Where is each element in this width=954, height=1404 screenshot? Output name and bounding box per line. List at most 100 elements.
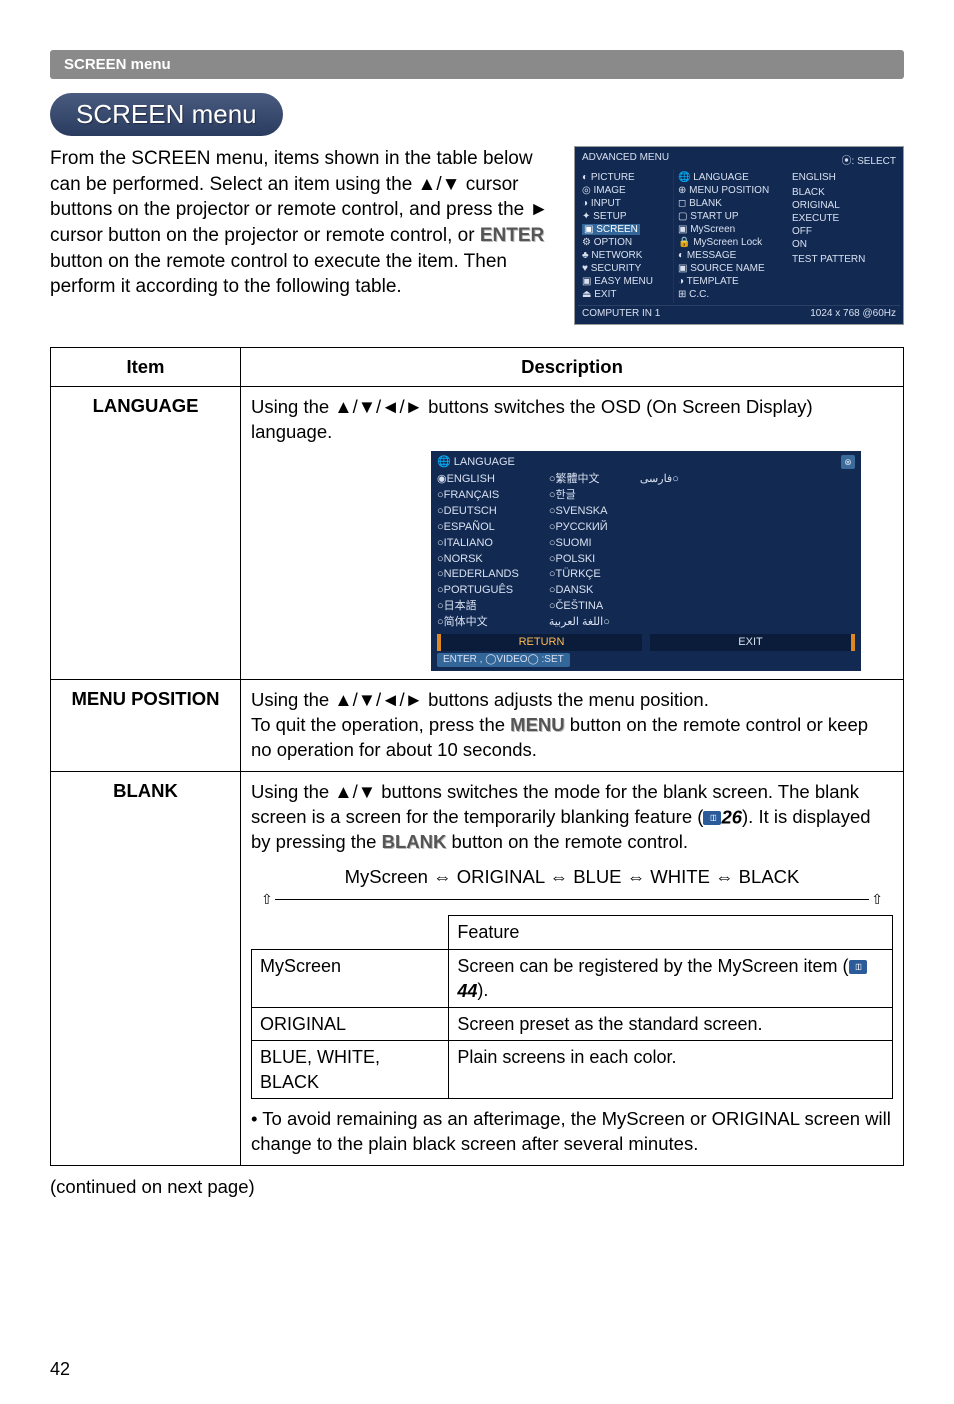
blank-p1-end: button on the remote control. <box>446 831 688 852</box>
manual-ref-icon <box>703 811 721 825</box>
osd-header-right: ⦿: SELECT <box>842 152 896 167</box>
page-number: 42 <box>50 1359 70 1380</box>
language-col1: ◉ENGLISH ○FRANÇAIS ○DEUTSCH ○ESPAÑOL ○IT… <box>437 472 519 630</box>
osd-mid-item: ◑ TEMPLATE <box>678 275 784 288</box>
osd-mid-item: ◐ MESSAGE <box>678 249 784 262</box>
blank-feature-table: Feature MyScreen Screen can be registere… <box>251 915 893 1099</box>
lang-option: اللغة العربية○ <box>549 614 610 630</box>
lang-option: ○TÜRKÇE <box>549 567 610 583</box>
enter-key-label: ENTER <box>480 225 544 246</box>
feature-header: Feature <box>449 916 893 949</box>
osd-left-item: ✦ SETUP <box>582 210 669 223</box>
osd-left-item: ⏏ EXIT <box>582 288 669 301</box>
row-language-item: LANGUAGE <box>51 387 241 680</box>
osd-mid-item: 🌐 LANGUAGE <box>678 171 784 184</box>
manual-ref-44: 44 <box>457 981 477 1001</box>
feature-myscreen-val: Screen can be registered by the MyScreen… <box>449 949 893 1008</box>
osd-mid-item: 🔒 MyScreen Lock <box>678 236 784 249</box>
osd-mid-column: 🌐 LANGUAGE ⊕ MENU POSITION ◻ BLANK ▢ STA… <box>673 169 788 303</box>
lang-option: ○ITALIANO <box>437 535 519 551</box>
lang-option: ○DEUTSCH <box>437 503 519 519</box>
lang-option: ○日本語 <box>437 599 519 615</box>
feature-myscreen-post: ). <box>477 980 488 1000</box>
feature-original-val: Screen preset as the standard screen. <box>449 1008 893 1041</box>
osd-mid-item: ⊞ C.C. <box>678 288 784 301</box>
arrow-up-left-icon: ⇧ <box>261 890 273 909</box>
manual-ref-26: 26 <box>721 806 742 827</box>
osd-mid-item: ◻ BLANK <box>678 197 784 210</box>
lang-option: ○NEDERLANDS <box>437 567 519 583</box>
osd-right-item: EXECUTE <box>792 212 896 225</box>
osd-left-item: ♣ NETWORK <box>582 249 669 262</box>
row-menu-position-desc: Using the ▲/▼/◄/► buttons adjusts the me… <box>241 679 904 771</box>
language-desc-text: Using the ▲/▼/◄/► buttons switches the O… <box>251 395 893 445</box>
lang-option: ○SUOMI <box>549 535 610 551</box>
blank-note: • To avoid remaining as an afterimage, t… <box>251 1107 893 1157</box>
osd-footer-left: COMPUTER IN 1 <box>582 308 660 319</box>
main-table: Item Description LANGUAGE Using the ▲/▼/… <box>50 347 904 1166</box>
intro-part2: button on the remote control to execute … <box>50 251 507 298</box>
osd-left-item: ◐ PICTURE <box>582 171 669 184</box>
row-blank-item: BLANK <box>51 771 241 1165</box>
feature-original-key: ORIGINAL <box>252 1008 449 1041</box>
lang-option: ○한글 <box>549 488 610 504</box>
lang-option: ○ESPAÑOL <box>437 519 519 535</box>
manual-ref-icon <box>849 960 867 974</box>
feature-colors-key: BLUE, WHITE, BLACK <box>252 1041 449 1099</box>
continued-note: (continued on next page) <box>50 1176 904 1198</box>
row-language-desc: Using the ▲/▼/◄/► buttons switches the O… <box>241 387 904 680</box>
lang-option: ○FRANÇAIS <box>437 488 519 504</box>
language-col3: فارسی○ <box>640 472 679 630</box>
lang-option: ○SVENSKA <box>549 503 610 519</box>
arrow-up-right-icon: ⇧ <box>871 890 883 909</box>
osd-left-item: ◎ IMAGE <box>582 184 669 197</box>
osd-header-left: ADVANCED MENU <box>582 152 669 167</box>
blank-key-label: BLANK <box>382 831 447 852</box>
osd-left-item: ♥ SECURITY <box>582 262 669 275</box>
osd-screenshot-main: ADVANCED MENU ⦿: SELECT ◐ PICTURE ◎ IMAG… <box>574 146 904 325</box>
feature-myscreen-key: MyScreen <box>252 949 449 1008</box>
language-osd-footer: ENTER , ◯VIDEO◯ :SET <box>437 653 570 667</box>
feature-myscreen-pre: Screen can be registered by the MyScreen… <box>457 956 848 976</box>
blank-sequence-arrows: ⇧ ⇧ <box>251 890 893 909</box>
menu-key-label: MENU <box>510 714 564 735</box>
osd-mid-item: ⊕ MENU POSITION <box>678 184 784 197</box>
language-col2: ○繁體中文 ○한글 ○SVENSKA ○РУССКИЙ ○SUOMI ○POLS… <box>549 472 610 630</box>
osd-right-item: ENGLISH <box>792 171 896 184</box>
row-blank-desc: Using the ▲/▼ buttons switches the mode … <box>241 771 904 1165</box>
osd-right-item: OFF <box>792 225 896 238</box>
language-osd-return-button: RETURN <box>437 634 642 651</box>
osd-right-item: TEST PATTERN <box>792 253 896 266</box>
osd-left-item: ⚙ OPTION <box>582 236 669 249</box>
intro-part1: From the SCREEN menu, items shown in the… <box>50 148 548 246</box>
osd-mid-item: ▣ MyScreen <box>678 223 784 236</box>
osd-right-column: ENGLISH BLACK ORIGINAL EXECUTE OFF ON TE… <box>788 169 900 303</box>
language-osd-title: 🌐 LANGUAGE <box>437 455 515 470</box>
row-menu-position-item: MENU POSITION <box>51 679 241 771</box>
osd-right-item <box>792 266 896 268</box>
feature-colors-val: Plain screens in each color. <box>449 1041 893 1099</box>
osd-left-highlight: ▣ SCREEN <box>582 224 640 235</box>
osd-left-item: ◑ INPUT <box>582 197 669 210</box>
menu-position-line2-pre: To quit the operation, press the <box>251 714 510 735</box>
lang-option: ◉ENGLISH <box>437 472 519 488</box>
osd-mid-item: ▢ START UP <box>678 210 784 223</box>
col-item-header: Item <box>51 348 241 387</box>
lang-option: ○ČEŠTINA <box>549 599 610 615</box>
lang-option: ○PORTUGUÊS <box>437 583 519 599</box>
osd-left-item: ▣ EASY MENU <box>582 275 669 288</box>
lang-option: ○DANSK <box>549 583 610 599</box>
blank-sequence: MyScreen ⇔ ORIGINAL ⇔ BLUE ⇔ WHITE ⇔ BLA… <box>251 865 893 890</box>
lang-option: ○РУССКИЙ <box>549 519 610 535</box>
language-osd-exit-button: EXIT <box>650 634 855 651</box>
osd-mid-item: ▣ SOURCE NAME <box>678 262 784 275</box>
section-header-band: SCREEN menu <box>50 50 904 79</box>
lang-option: ○POLSKI <box>549 551 610 567</box>
intro-text: From the SCREEN menu, items shown in the… <box>50 146 560 325</box>
col-desc-header: Description <box>241 348 904 387</box>
osd-left-item: ▣ SCREEN <box>582 223 669 236</box>
lang-option: فارسی○ <box>640 472 679 488</box>
menu-position-line1: Using the ▲/▼/◄/► buttons adjusts the me… <box>251 689 709 710</box>
osd-left-column: ◐ PICTURE ◎ IMAGE ◑ INPUT ✦ SETUP ▣ SCRE… <box>578 169 673 303</box>
osd-right-item: BLACK <box>792 186 896 199</box>
